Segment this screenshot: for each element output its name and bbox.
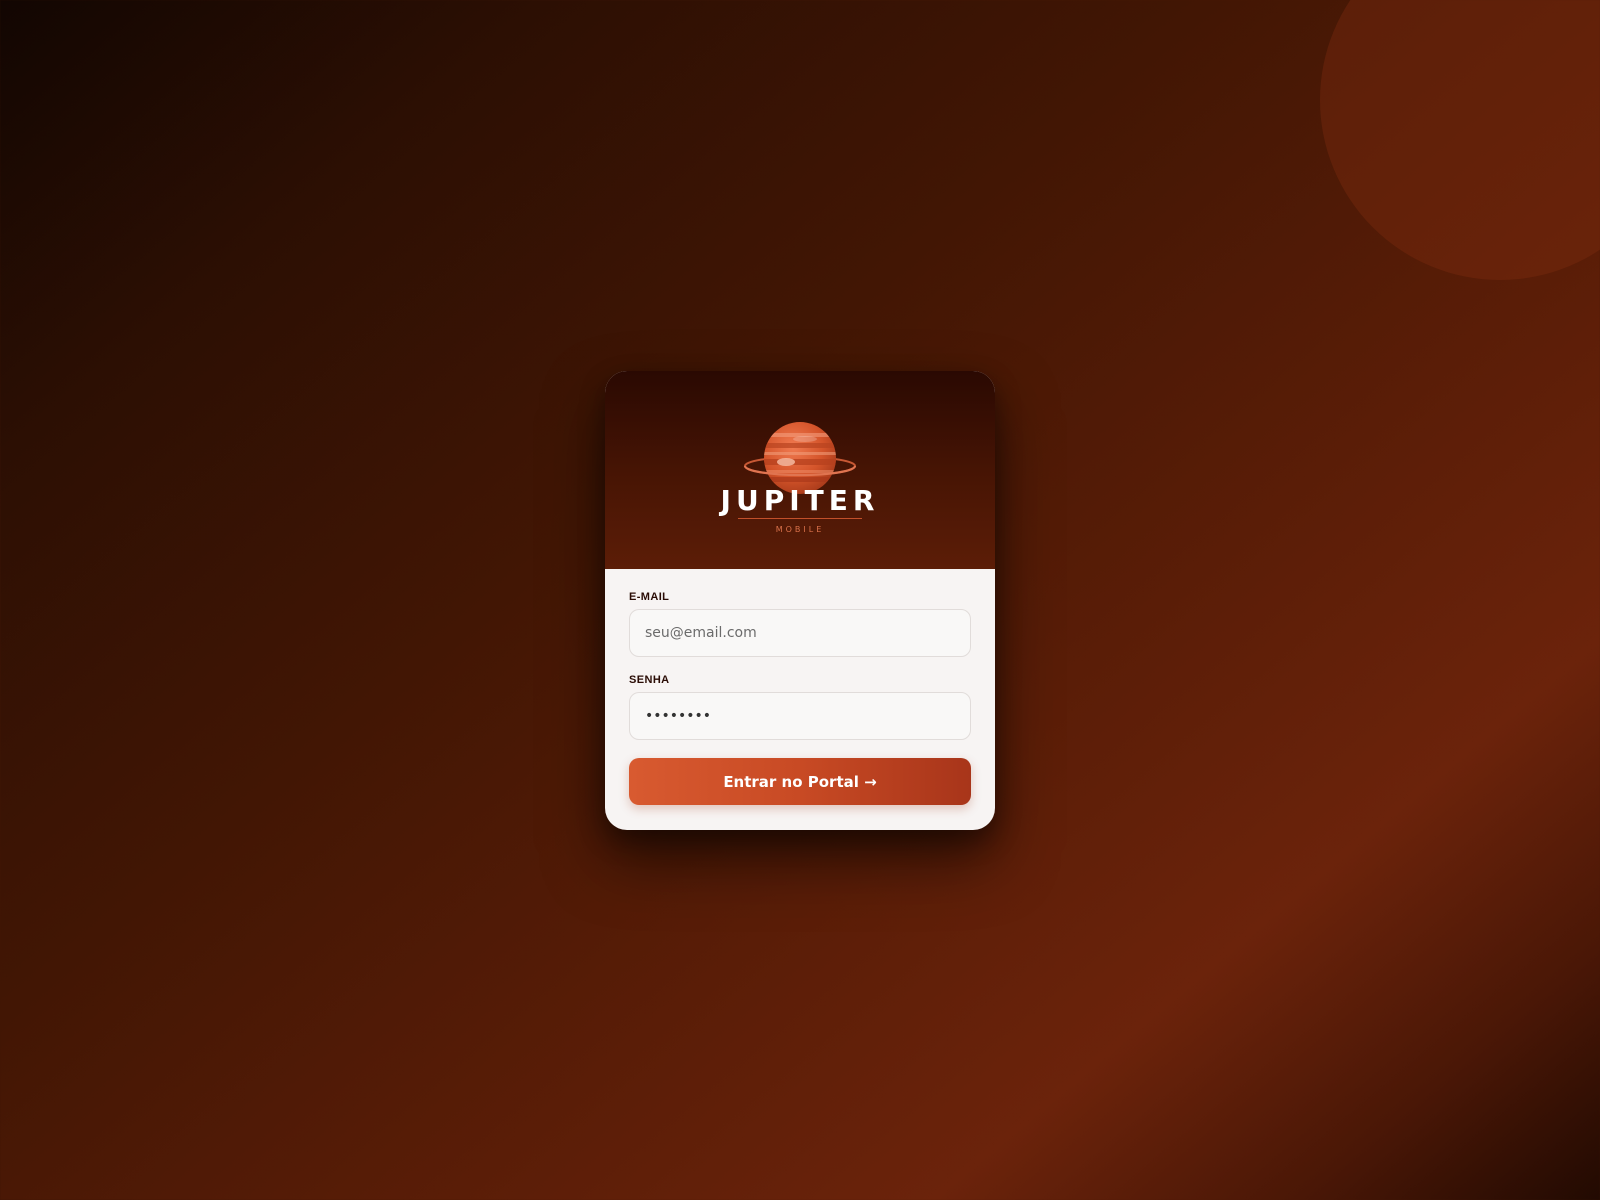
brand-name: JUPITER	[720, 484, 880, 517]
brand-divider	[738, 518, 862, 519]
submit-button[interactable]: Entrar no Portal →	[629, 758, 971, 805]
jupiter-planet-icon	[743, 422, 857, 494]
login-card: JUPITER MOBILE E-MAIL SENHA Entrar no Po…	[605, 371, 995, 830]
password-input[interactable]	[629, 692, 971, 740]
password-label: SENHA	[629, 674, 670, 686]
email-input[interactable]	[629, 609, 971, 657]
background-orb	[1320, 0, 1600, 280]
login-form: E-MAIL SENHA Entrar no Portal →	[605, 569, 995, 805]
brand-header: JUPITER MOBILE	[605, 371, 995, 569]
brand-subtitle: MOBILE	[775, 525, 825, 534]
email-label: E-MAIL	[629, 591, 670, 603]
